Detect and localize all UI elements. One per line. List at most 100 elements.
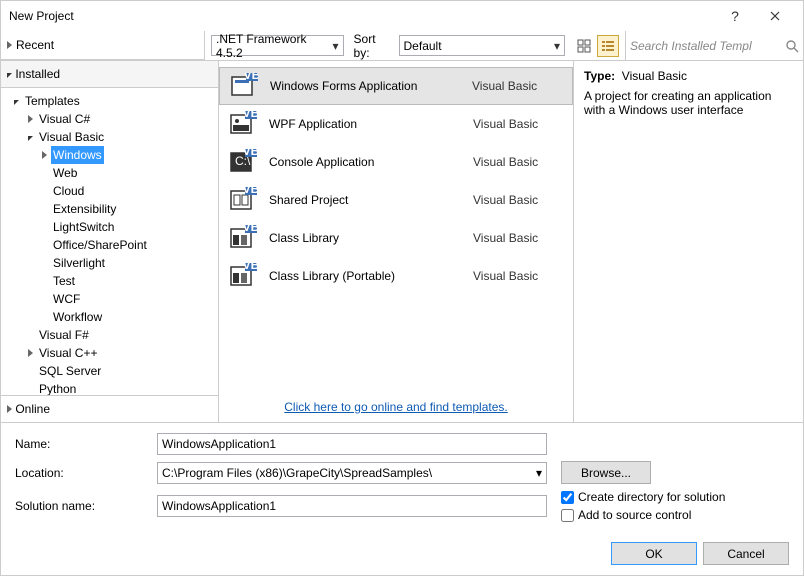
titlebar: New Project ?: [1, 1, 803, 31]
template-icon: C:\VB: [229, 149, 255, 175]
search-box[interactable]: [625, 31, 803, 60]
solution-row: Solution name: Create directory for solu…: [15, 490, 789, 522]
name-input[interactable]: [157, 433, 547, 455]
template-lang: Visual Basic: [473, 117, 563, 131]
browse-button[interactable]: Browse...: [561, 461, 651, 484]
template-row[interactable]: VB WPF ApplicationVisual Basic: [219, 105, 573, 143]
view-list[interactable]: [597, 35, 619, 57]
create-dir-checkbox[interactable]: Create directory for solution: [561, 490, 725, 504]
template-lang: Visual Basic: [473, 231, 563, 245]
tree-vb-cloud[interactable]: Cloud: [1, 182, 218, 200]
chevron-right-icon: [28, 110, 33, 128]
framework-value: .NET Framework 4.5.2: [216, 32, 327, 60]
tree-vb-test[interactable]: Test: [1, 272, 218, 290]
dialog-buttons: OK Cancel: [1, 536, 803, 575]
view-mode-buttons: [573, 35, 619, 57]
chevron-down-icon: ▾: [333, 39, 339, 53]
checkbox-group: Create directory for solution Add to sou…: [561, 490, 725, 522]
template-row[interactable]: VB Class Library (Portable)Visual Basic: [219, 257, 573, 295]
recent-label: Recent: [16, 38, 54, 52]
tree-python[interactable]: Python: [1, 380, 218, 395]
close-button[interactable]: [755, 1, 795, 31]
window-title: New Project: [9, 9, 715, 23]
location-value: C:\Program Files (x86)\GrapeCity\SpreadS…: [162, 466, 536, 480]
list-icon: [601, 39, 615, 53]
template-icon: VB: [230, 73, 256, 99]
chevron-right-icon: [42, 146, 47, 164]
tree-vb-workflow[interactable]: Workflow: [1, 308, 218, 326]
svg-text:VB: VB: [243, 111, 257, 120]
location-combo[interactable]: C:\Program Files (x86)\GrapeCity\SpreadS…: [157, 462, 547, 484]
search-input[interactable]: [630, 39, 785, 53]
tree-sql-server[interactable]: SQL Server: [1, 362, 218, 380]
chevron-right-icon: [28, 344, 33, 362]
cancel-button[interactable]: Cancel: [703, 542, 789, 565]
chevron-down-icon: [14, 92, 19, 110]
chevron-down-icon: ▾: [536, 466, 542, 480]
tree-visual-fsharp[interactable]: Visual F#: [1, 326, 218, 344]
bottom-form: Name: Location: C:\Program Files (x86)\G…: [1, 422, 803, 536]
online-label: Online: [15, 402, 50, 416]
sortby-value: Default: [404, 39, 442, 53]
location-label: Location:: [15, 466, 157, 480]
template-icon: VB: [229, 187, 255, 213]
tree-vb-lightswitch[interactable]: LightSwitch: [1, 218, 218, 236]
template-icon: VB: [229, 111, 255, 137]
template-lang: Visual Basic: [472, 79, 562, 93]
template-tree: Templates Visual C# Visual Basic Windows…: [1, 88, 218, 395]
sidebar: Installed Templates Visual C# Visual Bas…: [1, 61, 219, 422]
tree-vb-extensibility[interactable]: Extensibility: [1, 200, 218, 218]
installed-section-header[interactable]: Installed: [1, 61, 218, 88]
online-section-header[interactable]: Online: [1, 395, 218, 422]
tree-vb-officesharepoint[interactable]: Office/SharePoint: [1, 236, 218, 254]
template-row[interactable]: VBClass LibraryVisual Basic: [219, 219, 573, 257]
add-source-checkbox[interactable]: Add to source control: [561, 508, 725, 522]
tree-visual-cpp[interactable]: Visual C++: [1, 344, 218, 362]
svg-text:VB: VB: [243, 225, 257, 234]
detail-description: A project for creating an application wi…: [584, 89, 793, 117]
template-icon: VB: [229, 263, 255, 289]
tree-vb-wcf[interactable]: WCF: [1, 290, 218, 308]
ok-button[interactable]: OK: [611, 542, 697, 565]
tree-templates[interactable]: Templates: [1, 92, 218, 110]
detail-type-value: Visual Basic: [622, 69, 687, 83]
svg-text:VB: VB: [243, 263, 257, 272]
template-name: Class Library (Portable): [269, 269, 473, 283]
chevron-right-icon: [7, 402, 12, 416]
add-source-check[interactable]: [561, 509, 574, 522]
template-row[interactable]: VBWindows Forms ApplicationVisual Basic: [219, 67, 573, 105]
go-online-link[interactable]: Click here to go online and find templat…: [284, 400, 507, 414]
framework-combo[interactable]: .NET Framework 4.5.2 ▾: [211, 35, 344, 56]
template-row[interactable]: VBShared ProjectVisual Basic: [219, 181, 573, 219]
tree-visual-basic[interactable]: Visual Basic: [1, 128, 218, 146]
tree-vb-web[interactable]: Web: [1, 164, 218, 182]
tree-vb-silverlight[interactable]: Silverlight: [1, 254, 218, 272]
template-name: Shared Project: [269, 193, 473, 207]
tree-visual-csharp[interactable]: Visual C#: [1, 110, 218, 128]
tree-vb-windows[interactable]: Windows: [1, 146, 218, 164]
solution-label: Solution name:: [15, 499, 157, 513]
detail-type-label: Type:: [584, 69, 615, 83]
main-area: Installed Templates Visual C# Visual Bas…: [1, 61, 803, 422]
svg-text:VB: VB: [243, 149, 257, 158]
template-icon: VB: [229, 225, 255, 251]
name-label: Name:: [15, 437, 157, 451]
search-icon: [785, 39, 799, 53]
recent-section-header[interactable]: Recent: [1, 31, 205, 60]
sortby-combo[interactable]: Default ▾: [399, 35, 565, 56]
name-row: Name:: [15, 433, 789, 455]
template-list-panel: VBWindows Forms ApplicationVisual BasicV…: [219, 61, 573, 422]
view-large-icons[interactable]: [573, 35, 595, 57]
create-dir-check[interactable]: [561, 491, 574, 504]
template-row[interactable]: C:\VBConsole ApplicationVisual Basic: [219, 143, 573, 181]
help-button[interactable]: ?: [715, 1, 755, 31]
template-list: VBWindows Forms ApplicationVisual BasicV…: [219, 61, 573, 392]
installed-label: Installed: [15, 67, 60, 81]
chevron-down-icon: [28, 128, 33, 146]
template-lang: Visual Basic: [473, 269, 563, 283]
solution-input[interactable]: [157, 495, 547, 517]
chevron-down-icon: ▾: [554, 39, 560, 53]
template-name: WPF Application: [269, 117, 473, 131]
template-lang: Visual Basic: [473, 155, 563, 169]
svg-text:VB: VB: [243, 187, 257, 196]
